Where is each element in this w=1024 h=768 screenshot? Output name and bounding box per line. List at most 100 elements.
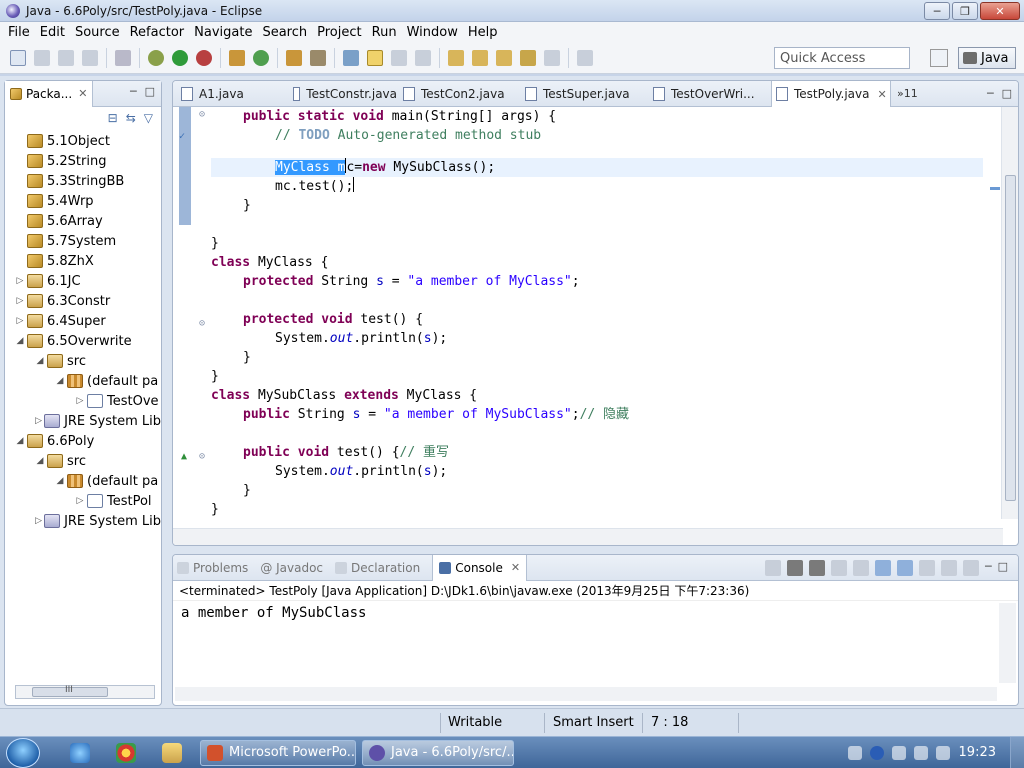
- editor-tab[interactable]: A1.java: [177, 81, 285, 107]
- collapse-icon[interactable]: ◢: [15, 336, 25, 346]
- menu-search[interactable]: Search: [262, 25, 307, 40]
- view-menu-icon[interactable]: ▽: [144, 111, 153, 125]
- tree-item[interactable]: ▷ 6.1JC: [5, 271, 161, 291]
- remove-launch-icon[interactable]: [786, 560, 803, 576]
- skip-breakpoints-icon[interactable]: [115, 49, 131, 66]
- scroll-thumb[interactable]: [1005, 175, 1016, 501]
- new-class-icon[interactable]: [253, 49, 269, 66]
- maximize-view-icon[interactable]: □: [1002, 87, 1012, 100]
- next-annotation-icon[interactable]: [448, 49, 464, 66]
- minimize-button[interactable]: ─: [924, 2, 950, 20]
- scroll-thumb[interactable]: III: [32, 685, 108, 697]
- editor-tab[interactable]: TestOverWri...: [649, 81, 767, 107]
- toggle-mark-occurrences-icon[interactable]: [343, 49, 359, 66]
- close-icon[interactable]: ✕: [511, 561, 520, 574]
- previous-annotation-icon[interactable]: [472, 49, 488, 66]
- open-perspective-button[interactable]: [930, 49, 948, 67]
- menu-project[interactable]: Project: [317, 25, 361, 40]
- close-button[interactable]: ✕: [980, 2, 1020, 20]
- block-selection-icon[interactable]: [391, 49, 407, 66]
- remove-all-terminated-icon[interactable]: [808, 560, 825, 576]
- tree-item[interactable]: ▷ 6.3Constr: [5, 291, 161, 311]
- tree-item[interactable]: 5.1Object: [5, 131, 161, 151]
- save-icon[interactable]: [34, 49, 50, 66]
- maximize-view-icon[interactable]: □: [998, 560, 1008, 576]
- tree-item[interactable]: 5.8ZhX: [5, 251, 161, 271]
- link-with-editor-icon[interactable]: ⇆: [126, 111, 136, 125]
- tree-item[interactable]: ▷ TestOve: [5, 391, 161, 411]
- network-icon[interactable]: [892, 746, 906, 760]
- tree-item[interactable]: ◢ (default pa: [5, 471, 161, 491]
- editor-tab[interactable]: TestCon2.java: [399, 81, 517, 107]
- menu-refactor[interactable]: Refactor: [130, 25, 185, 40]
- tree-item[interactable]: ◢ 6.5Overwrite: [5, 331, 161, 351]
- tree-item[interactable]: ▷ 6.4Super: [5, 311, 161, 331]
- fold-icon[interactable]: ⊝: [199, 451, 205, 462]
- save-all-icon[interactable]: [58, 49, 74, 66]
- expand-icon[interactable]: ▷: [75, 396, 85, 406]
- tab-console[interactable]: Console ✕: [432, 555, 528, 581]
- quick-access-input[interactable]: Quick Access: [774, 47, 910, 69]
- tree-item[interactable]: 5.4Wrp: [5, 191, 161, 211]
- flag-icon[interactable]: [914, 746, 928, 760]
- scroll-lock-icon[interactable]: [852, 560, 869, 576]
- pin-editor-icon[interactable]: [577, 49, 593, 66]
- chrome-icon[interactable]: [116, 743, 136, 763]
- menu-help[interactable]: Help: [468, 25, 498, 40]
- tree-item[interactable]: ◢ 6.6Poly: [5, 431, 161, 451]
- console-horizontal-scrollbar[interactable]: [175, 687, 997, 701]
- menu-navigate[interactable]: Navigate: [194, 25, 252, 40]
- new-java-project-icon[interactable]: [229, 49, 245, 66]
- file-explorer-icon[interactable]: [162, 743, 182, 763]
- tree-item[interactable]: 5.2String: [5, 151, 161, 171]
- editor-tab[interactable]: TestConstr.java: [289, 81, 397, 107]
- external-tools-icon[interactable]: [196, 49, 212, 66]
- code-editor[interactable]: ⊝ ✓ ⊝ ▲ ⊝ public static void main(String…: [173, 107, 1018, 519]
- back-icon[interactable]: [520, 49, 536, 66]
- expand-icon[interactable]: ▷: [35, 516, 42, 526]
- help-icon[interactable]: [870, 746, 884, 760]
- expand-icon[interactable]: ▷: [15, 316, 25, 326]
- minimize-view-icon[interactable]: ─: [987, 87, 994, 100]
- menu-edit[interactable]: Edit: [40, 25, 65, 40]
- collapse-all-icon[interactable]: ⊟: [108, 111, 118, 125]
- print-icon[interactable]: [82, 49, 98, 66]
- editor-vertical-scrollbar[interactable]: [1001, 107, 1018, 519]
- debug-icon[interactable]: [148, 49, 164, 66]
- minimize-view-icon[interactable]: ─: [130, 85, 137, 98]
- tree-item[interactable]: ▷ TestPol: [5, 491, 161, 511]
- console-output[interactable]: a member of MySubClass: [173, 601, 1018, 621]
- clock[interactable]: 19:23: [959, 745, 996, 760]
- menu-file[interactable]: File: [8, 25, 30, 40]
- clear-console-icon[interactable]: [830, 560, 847, 576]
- package-explorer-tab[interactable]: Packa... ✕: [5, 80, 94, 107]
- highlight-icon[interactable]: [367, 49, 383, 66]
- last-edit-location-icon[interactable]: [496, 49, 512, 66]
- expand-icon[interactable]: ▷: [15, 296, 25, 306]
- tree-item[interactable]: ◢ src: [5, 351, 161, 371]
- fold-icon[interactable]: ⊝: [199, 318, 205, 329]
- tree-item[interactable]: ▷ JRE System Lib: [5, 511, 161, 531]
- search-icon[interactable]: [310, 49, 326, 66]
- tree-item[interactable]: 5.3StringBB: [5, 171, 161, 191]
- menu-run[interactable]: Run: [372, 25, 397, 40]
- tab-javadoc[interactable]: @ Javadoc: [260, 561, 323, 575]
- tree-item[interactable]: ▷ JRE System Lib: [5, 411, 161, 431]
- taskbar-eclipse[interactable]: Java - 6.6Poly/src/...: [362, 740, 514, 766]
- editor-tab[interactable]: TestSuper.java: [521, 81, 645, 107]
- menu-window[interactable]: Window: [407, 25, 458, 40]
- start-button[interactable]: [6, 738, 40, 768]
- open-type-icon[interactable]: [286, 49, 302, 66]
- console-vertical-scrollbar[interactable]: [999, 603, 1016, 683]
- tree-item[interactable]: ◢ src: [5, 451, 161, 471]
- maximize-view-icon[interactable]: □: [145, 85, 155, 98]
- run-icon[interactable]: [172, 49, 188, 66]
- collapse-icon[interactable]: ◢: [35, 456, 45, 466]
- internet-explorer-icon[interactable]: [70, 743, 90, 763]
- close-icon[interactable]: ✕: [877, 88, 886, 101]
- minimize-view-icon[interactable]: ─: [985, 560, 992, 576]
- tab-overflow-button[interactable]: »11: [897, 87, 918, 100]
- collapse-icon[interactable]: ◢: [15, 436, 25, 446]
- terminate-icon[interactable]: [764, 560, 781, 576]
- java-perspective-button[interactable]: Java: [958, 47, 1016, 69]
